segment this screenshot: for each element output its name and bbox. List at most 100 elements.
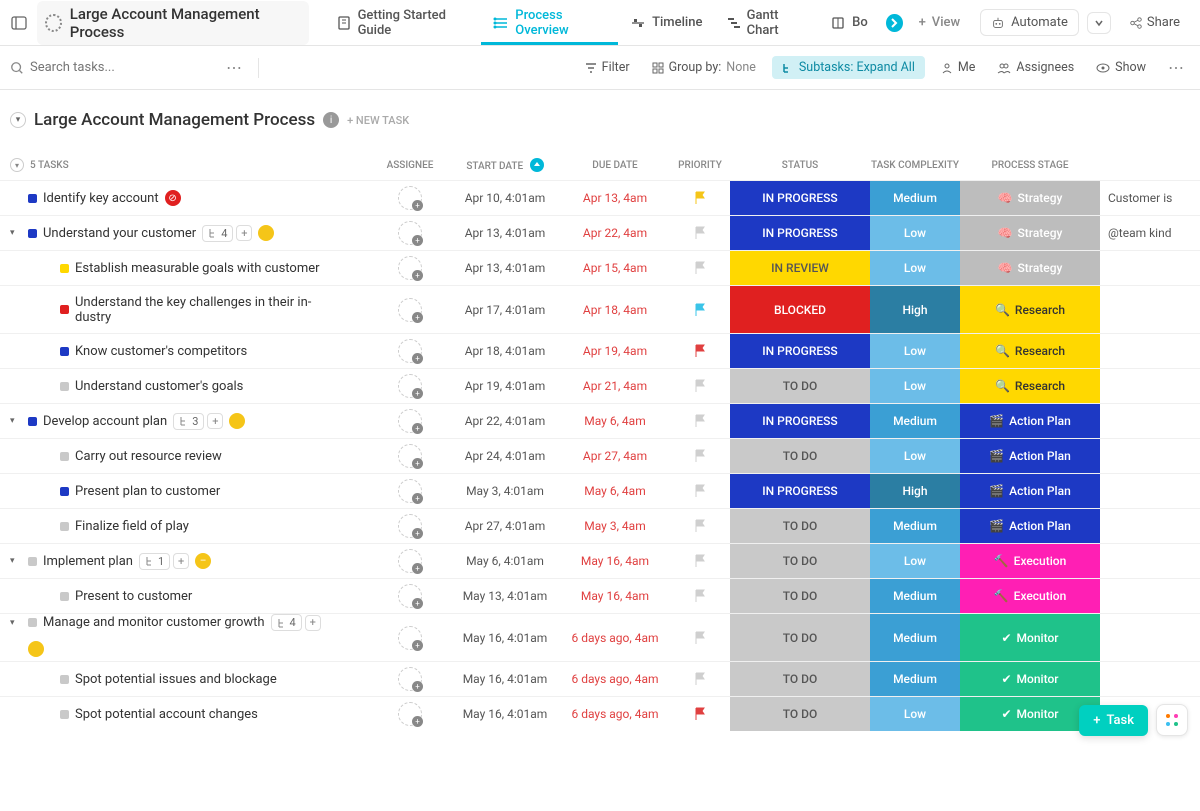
start-date-cell[interactable]: Apr 13, 4:01am xyxy=(450,216,560,250)
due-date-cell[interactable]: 6 days ago, 4am xyxy=(560,697,670,731)
assignee-avatar[interactable] xyxy=(398,479,422,503)
complexity-cell[interactable]: Low xyxy=(870,251,960,285)
start-date-cell[interactable]: Apr 24, 4:01am xyxy=(450,439,560,473)
me-button[interactable]: Me xyxy=(935,56,982,79)
workspace-title[interactable]: Large Account Management Process xyxy=(37,1,310,45)
status-cell[interactable]: TO DO xyxy=(730,439,870,473)
tag-icon[interactable]: – xyxy=(195,553,211,569)
assignee-avatar[interactable] xyxy=(398,549,422,573)
status-cell[interactable]: IN PROGRESS xyxy=(730,216,870,250)
task-row[interactable]: Carry out resource reviewApr 24, 4:01amA… xyxy=(0,438,1200,473)
filter-button[interactable]: Filter xyxy=(579,56,636,79)
complexity-cell[interactable]: Low xyxy=(870,439,960,473)
priority-cell[interactable] xyxy=(670,334,730,368)
start-date-cell[interactable]: Apr 13, 4:01am xyxy=(450,251,560,285)
assignee-avatar[interactable] xyxy=(398,298,422,322)
stage-cell[interactable]: 🔨 Execution xyxy=(960,579,1100,613)
tag-icon[interactable]: ⊘ xyxy=(165,190,181,206)
task-row[interactable]: Finalize field of playApr 27, 4:01amMay … xyxy=(0,508,1200,543)
task-row[interactable]: Understand the key challenges in their i… xyxy=(0,285,1200,333)
status-cell[interactable]: TO DO xyxy=(730,662,870,696)
start-date-cell[interactable]: Apr 18, 4:01am xyxy=(450,334,560,368)
task-row[interactable]: Understand customer's goalsApr 19, 4:01a… xyxy=(0,368,1200,403)
status-cell[interactable]: IN PROGRESS xyxy=(730,474,870,508)
complexity-cell[interactable]: Medium xyxy=(870,509,960,543)
status-cell[interactable]: TO DO xyxy=(730,509,870,543)
automate-button[interactable]: Automate xyxy=(980,9,1079,36)
assignee-avatar[interactable] xyxy=(398,374,422,398)
priority-cell[interactable] xyxy=(670,697,730,731)
start-date-cell[interactable]: May 3, 4:01am xyxy=(450,474,560,508)
tab-timeline[interactable]: Timeline xyxy=(618,0,714,45)
stage-cell[interactable]: 🎬 Action Plan xyxy=(960,404,1100,438)
complexity-cell[interactable]: Low xyxy=(870,216,960,250)
tag-icon[interactable] xyxy=(229,413,245,429)
complexity-cell[interactable]: Low xyxy=(870,697,960,731)
due-date-cell[interactable]: Apr 27, 4am xyxy=(560,439,670,473)
complexity-cell[interactable]: Medium xyxy=(870,579,960,613)
due-date-cell[interactable]: 6 days ago, 4am xyxy=(560,614,670,661)
col-status[interactable]: STATUS xyxy=(730,160,870,171)
task-row[interactable]: Present to customerMay 13, 4:01amMay 16,… xyxy=(0,578,1200,613)
status-cell[interactable]: TO DO xyxy=(730,579,870,613)
due-date-cell[interactable]: May 16, 4am xyxy=(560,544,670,578)
complexity-cell[interactable]: Medium xyxy=(870,662,960,696)
sidebar-toggle-icon[interactable] xyxy=(10,13,29,33)
complexity-cell[interactable]: Medium xyxy=(870,404,960,438)
start-date-cell[interactable]: Apr 19, 4:01am xyxy=(450,369,560,403)
group-collapse-icon[interactable]: ▾ xyxy=(10,158,24,172)
priority-cell[interactable] xyxy=(670,181,730,215)
more-options-icon[interactable]: ⋯ xyxy=(1162,58,1190,77)
col-assignee[interactable]: ASSIGNEE xyxy=(370,160,450,171)
automate-dropdown[interactable] xyxy=(1087,12,1111,34)
status-cell[interactable]: IN PROGRESS xyxy=(730,334,870,368)
complexity-cell[interactable]: Medium xyxy=(870,614,960,661)
stage-cell[interactable]: ✔ Monitor xyxy=(960,614,1100,661)
priority-cell[interactable] xyxy=(670,369,730,403)
stage-cell[interactable]: ✔ Monitor xyxy=(960,662,1100,696)
due-date-cell[interactable]: 6 days ago, 4am xyxy=(560,662,670,696)
tab-bo[interactable]: Bo xyxy=(818,0,880,45)
search-input-wrap[interactable] xyxy=(10,60,210,75)
tag-icon[interactable] xyxy=(258,225,274,241)
status-cell[interactable]: TO DO xyxy=(730,614,870,661)
assignees-button[interactable]: Assignees xyxy=(991,56,1080,79)
expand-icon[interactable]: ▾ xyxy=(10,618,22,628)
stage-cell[interactable]: 🧠 Strategy xyxy=(960,251,1100,285)
stage-cell[interactable]: 🧠 Strategy xyxy=(960,216,1100,250)
subtask-count-badge[interactable]: 3 xyxy=(173,413,204,430)
task-row[interactable]: ▾Develop account plan3+Apr 22, 4:01amMay… xyxy=(0,403,1200,438)
col-start-date[interactable]: START DATE xyxy=(450,158,560,172)
apps-fab[interactable] xyxy=(1156,704,1188,736)
assignee-avatar[interactable] xyxy=(398,514,422,538)
stage-cell[interactable]: 🎬 Action Plan xyxy=(960,474,1100,508)
priority-cell[interactable] xyxy=(670,439,730,473)
assignee-avatar[interactable] xyxy=(398,667,422,691)
task-row[interactable]: Spot potential account changesMay 16, 4:… xyxy=(0,696,1200,731)
complexity-cell[interactable]: Low xyxy=(870,369,960,403)
due-date-cell[interactable]: May 16, 4am xyxy=(560,579,670,613)
task-row[interactable]: Spot potential issues and blockageMay 16… xyxy=(0,661,1200,696)
start-date-cell[interactable]: May 16, 4:01am xyxy=(450,662,560,696)
stage-cell[interactable]: 🔍 Research xyxy=(960,334,1100,368)
priority-cell[interactable] xyxy=(670,251,730,285)
add-subtask-button[interactable]: + xyxy=(236,225,252,241)
priority-cell[interactable] xyxy=(670,544,730,578)
subtask-count-badge[interactable]: 4 xyxy=(271,614,302,631)
complexity-cell[interactable]: Medium xyxy=(870,181,960,215)
status-cell[interactable]: IN PROGRESS xyxy=(730,181,870,215)
expand-icon[interactable]: ▾ xyxy=(10,416,22,426)
due-date-cell[interactable]: Apr 13, 4am xyxy=(560,181,670,215)
complexity-cell[interactable]: High xyxy=(870,474,960,508)
info-icon[interactable]: i xyxy=(323,112,339,128)
task-row[interactable]: Identify key account⊘Apr 10, 4:01amApr 1… xyxy=(0,180,1200,215)
add-subtask-button[interactable]: + xyxy=(173,553,189,569)
assignee-avatar[interactable] xyxy=(398,409,422,433)
due-date-cell[interactable]: Apr 15, 4am xyxy=(560,251,670,285)
section-collapse-icon[interactable]: ▾ xyxy=(10,112,26,128)
assignee-avatar[interactable] xyxy=(398,626,422,650)
add-subtask-button[interactable]: + xyxy=(305,615,321,631)
due-date-cell[interactable]: Apr 22, 4am xyxy=(560,216,670,250)
due-date-cell[interactable]: Apr 19, 4am xyxy=(560,334,670,368)
new-task-fab[interactable]: + Task xyxy=(1079,705,1148,736)
